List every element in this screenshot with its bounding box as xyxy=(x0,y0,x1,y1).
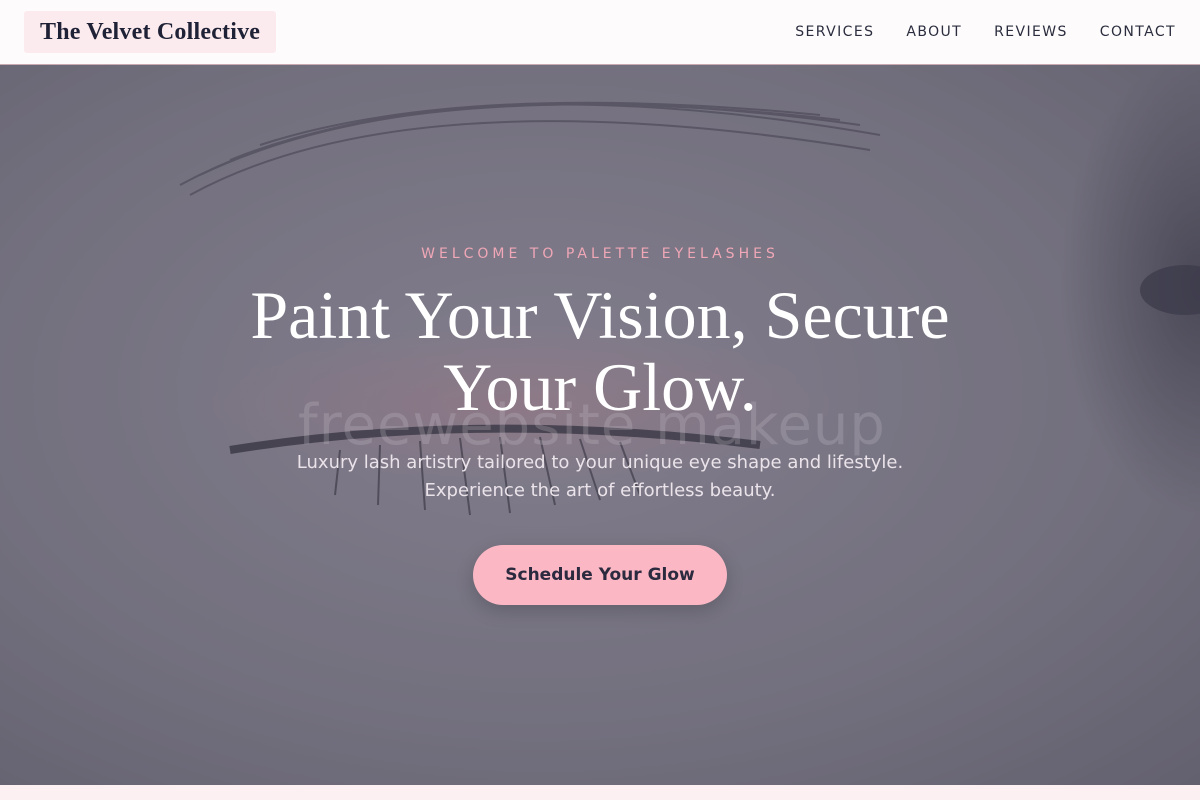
schedule-glow-button[interactable]: Schedule Your Glow xyxy=(473,545,727,605)
nav-link-services[interactable]: SERVICES xyxy=(795,24,874,40)
hero-section: freewebsite makeup WELCOME TO PALETTE EY… xyxy=(0,65,1200,785)
hero-eyebrow: WELCOME TO PALETTE EYELASHES xyxy=(421,246,779,262)
nav-link-contact[interactable]: CONTACT xyxy=(1100,24,1176,40)
hero-subtext: Luxury lash artistry tailored to your un… xyxy=(296,452,904,501)
nav-link-reviews[interactable]: REVIEWS xyxy=(994,24,1068,40)
logo-container[interactable]: The Velvet Collective xyxy=(24,11,277,53)
next-section-edge xyxy=(0,785,1200,800)
hero-content: WELCOME TO PALETTE EYELASHES Paint Your … xyxy=(0,65,1200,785)
main-nav: SERVICES ABOUT REVIEWS CONTACT xyxy=(795,0,1176,64)
site-header: The Velvet Collective SERVICES ABOUT REV… xyxy=(0,0,1200,65)
hero-headline: Paint Your Vision, Secure Your Glow. xyxy=(250,277,950,425)
nav-link-about[interactable]: ABOUT xyxy=(906,24,962,40)
site-logo[interactable]: The Velvet Collective xyxy=(40,19,260,46)
